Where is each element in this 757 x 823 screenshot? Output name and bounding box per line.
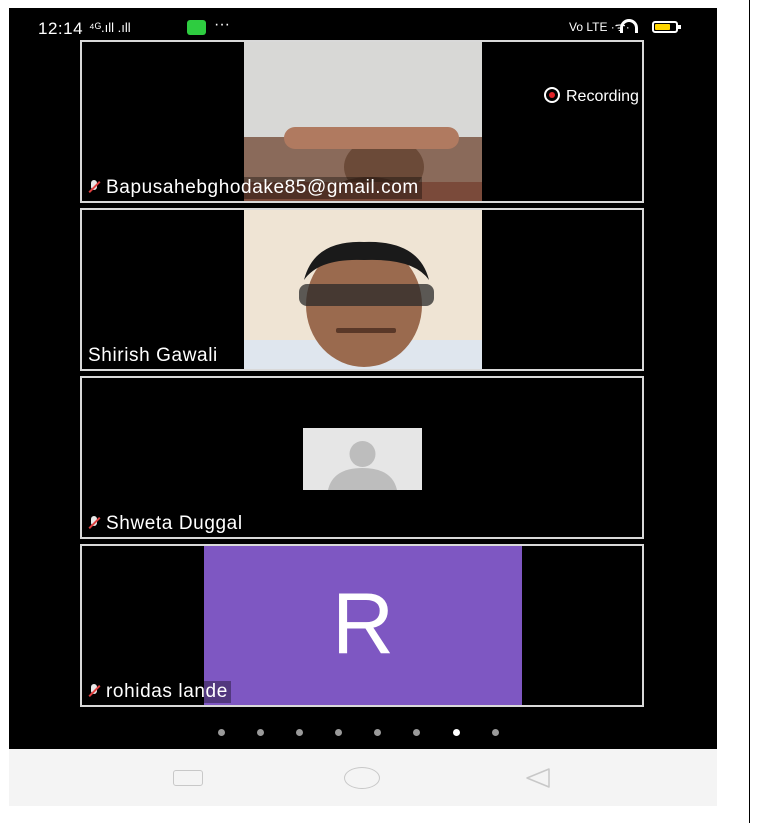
participant-name: rohidas lande — [86, 681, 231, 703]
mic-muted-icon — [88, 180, 101, 194]
recents-icon[interactable] — [173, 770, 203, 786]
back-icon[interactable] — [523, 766, 553, 790]
page-dot[interactable] — [257, 729, 264, 736]
participant-video — [244, 210, 482, 369]
mic-muted-icon — [88, 684, 101, 698]
participant-name: Shirish Gawali — [86, 345, 221, 367]
phone-screen: 12:14 ⁴ᴳ.ıll .ıll ··· Vo LTE ·ᯤ· Bapusah… — [9, 8, 717, 806]
page-border — [749, 0, 750, 823]
page-dot[interactable] — [413, 729, 420, 736]
battery-icon — [652, 21, 681, 33]
page-dot[interactable] — [374, 729, 381, 736]
clock: 12:14 — [38, 19, 84, 38]
mic-muted-icon — [88, 516, 101, 530]
video-tile-1[interactable]: Bapusahebghodake85@gmail.com — [80, 40, 644, 203]
avatar-placeholder — [303, 428, 422, 490]
participant-name: Bapusahebghodake85@gmail.com — [86, 177, 422, 199]
page-dot[interactable] — [296, 729, 303, 736]
video-tile-3[interactable]: Shweta Duggal — [80, 376, 644, 539]
home-icon[interactable] — [344, 767, 380, 789]
status-bar: 12:14 ⁴ᴳ.ıll .ıll ··· Vo LTE ·ᯤ· — [9, 8, 717, 42]
recording-indicator: Recording — [544, 87, 639, 106]
page-dot[interactable] — [492, 729, 499, 736]
navigation-bar — [9, 749, 717, 806]
avatar-initial: R — [204, 546, 522, 705]
page-dot[interactable] — [218, 729, 225, 736]
more-notifications-icon: ··· — [214, 16, 230, 33]
page-dot-active[interactable] — [453, 729, 460, 736]
record-icon — [544, 87, 560, 103]
participant-name: Shweta Duggal — [86, 513, 246, 535]
page-dot[interactable] — [335, 729, 342, 736]
page-indicator[interactable] — [218, 729, 518, 739]
video-tile-4[interactable]: R rohidas lande — [80, 544, 644, 707]
whatsapp-icon — [187, 20, 206, 35]
headset-icon — [620, 19, 638, 33]
signal-icon: ⁴ᴳ.ıll .ıll — [89, 20, 131, 35]
video-tile-2[interactable]: Shirish Gawali — [80, 208, 644, 371]
